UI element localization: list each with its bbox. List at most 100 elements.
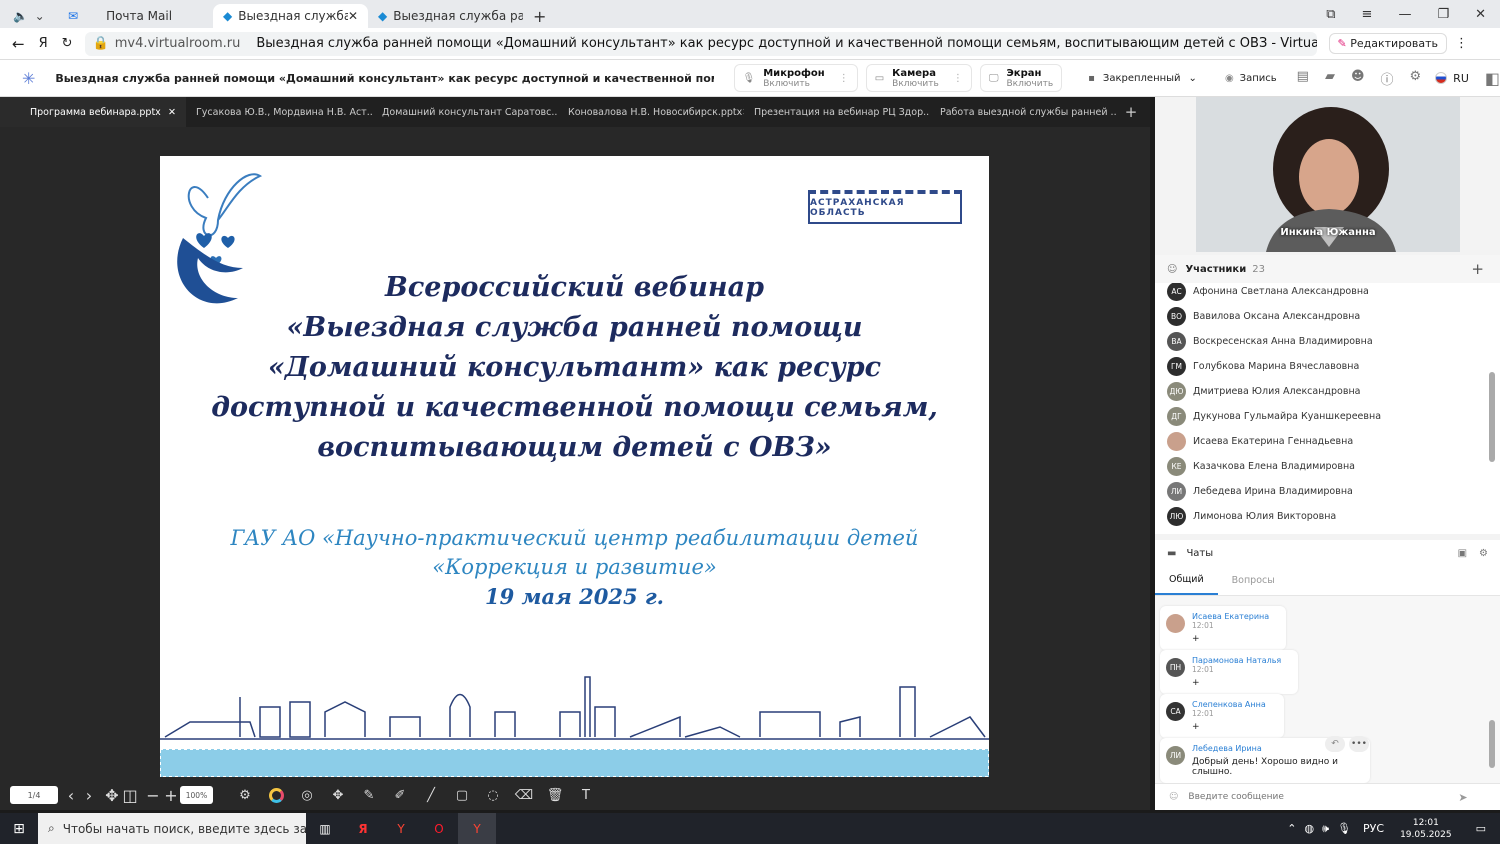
network-icon[interactable]: ◍ bbox=[1305, 822, 1315, 835]
close-icon[interactable]: ✕ bbox=[348, 9, 358, 23]
line-icon[interactable]: ╱ bbox=[419, 783, 443, 807]
clock[interactable]: 12:01 19.05.2025 bbox=[1400, 817, 1452, 841]
more-icon[interactable]: ⋮ bbox=[839, 73, 849, 84]
browser-tab-mail[interactable]: ✉ Почта Mail bbox=[58, 4, 213, 28]
chat-message: СА Слепенкова Анна 12:01 + bbox=[1160, 694, 1284, 738]
avatar: КЕ bbox=[1167, 457, 1186, 476]
folder-icon[interactable]: ▰ bbox=[1325, 69, 1335, 88]
reply-icon[interactable]: ↶ bbox=[1325, 736, 1345, 752]
zoom-field[interactable]: 100% bbox=[180, 786, 213, 804]
circle-icon[interactable]: ◌ bbox=[481, 783, 505, 807]
minimize-icon[interactable]: — bbox=[1398, 7, 1411, 22]
emoji-icon[interactable]: ☺ bbox=[1169, 792, 1178, 802]
more-icon[interactable]: ••• bbox=[1349, 736, 1369, 752]
participant-row[interactable]: Исаева Екатерина Геннадьевна bbox=[1155, 429, 1500, 454]
info-icon[interactable]: ⓘ bbox=[1381, 69, 1394, 88]
record-button[interactable]: ◉ Запись bbox=[1225, 73, 1277, 84]
yandex-browser-icon[interactable]: Я bbox=[344, 822, 382, 836]
participant-row[interactable]: ДЮ Дмитриева Юлия Александровна bbox=[1155, 379, 1500, 404]
back-icon[interactable]: ← bbox=[12, 35, 25, 53]
add-doc-button[interactable]: + bbox=[1116, 97, 1146, 127]
tab-general[interactable]: Общий bbox=[1155, 566, 1218, 595]
panel-icon[interactable]: ◧ bbox=[1485, 69, 1500, 88]
zoom-out-icon[interactable]: − bbox=[146, 786, 160, 805]
maximize-icon[interactable]: ❐ bbox=[1437, 7, 1449, 22]
address-bar: ← Я ↻ 🔒 mv4.virtualroom.ru Выездная служ… bbox=[0, 28, 1500, 60]
chevron-down-icon[interactable]: ⌄ bbox=[35, 9, 45, 23]
doc-tab[interactable]: Домашний консультант Саратовс...✕ bbox=[372, 97, 558, 127]
browser-tab-active[interactable]: ◆Выездная служба р✕ bbox=[213, 4, 368, 28]
layout-select[interactable]: ▪ Закрепленный ⌄ bbox=[1088, 73, 1197, 84]
send-icon[interactable]: ➤ bbox=[1458, 791, 1467, 804]
message-input[interactable] bbox=[1188, 792, 1459, 802]
screen-share-button[interactable]: 🖵 Экран Включить bbox=[979, 64, 1063, 92]
tabs-icon[interactable]: ⧉ bbox=[1326, 7, 1335, 22]
windows-start-icon[interactable]: ⊞ bbox=[0, 821, 38, 837]
rectangle-icon[interactable]: ▢ bbox=[450, 783, 474, 807]
gear-icon[interactable]: ⚙ bbox=[1410, 69, 1422, 88]
chevron-up-icon[interactable]: ⌃ bbox=[1287, 822, 1296, 835]
url-field[interactable]: 🔒 mv4.virtualroom.ru Выездная служба ран… bbox=[84, 31, 1317, 56]
marker-icon[interactable]: ✐ bbox=[388, 783, 412, 807]
gear-icon[interactable]: ⚙ bbox=[233, 783, 257, 807]
move-icon[interactable]: ✥ bbox=[326, 783, 350, 807]
participant-row[interactable]: ВО Вавилова Оксана Александровна bbox=[1155, 304, 1500, 329]
users-icon[interactable]: ☻ bbox=[1351, 69, 1365, 88]
volume-icon[interactable]: 🕪 bbox=[1322, 822, 1329, 836]
tab-controls[interactable]: 🔈 ⌄ bbox=[0, 4, 58, 28]
window-icon[interactable]: ▣ bbox=[1458, 548, 1467, 559]
gear-icon[interactable]: ⚙ bbox=[1479, 548, 1488, 559]
eraser-icon[interactable]: ⌫ bbox=[512, 783, 536, 807]
opera-icon[interactable]: O bbox=[420, 822, 458, 836]
participant-row[interactable]: ЛЮ Лимонова Юлия Викторовна bbox=[1155, 504, 1500, 529]
more-icon[interactable]: ⋮ bbox=[1455, 36, 1468, 51]
participant-row[interactable]: ЛИ Лебедева Ирина Владимировна bbox=[1155, 479, 1500, 504]
camera-button[interactable]: ▭ Камера Включить ⋮ bbox=[865, 64, 972, 92]
chevron-left-icon[interactable]: ‹ bbox=[64, 786, 78, 805]
yandex-icon[interactable]: Я bbox=[39, 36, 48, 51]
participants-scrollbar[interactable] bbox=[1489, 372, 1495, 462]
speaker-icon[interactable]: 🔈 bbox=[13, 9, 28, 23]
doc-tab[interactable]: Коновалова Н.В. Новосибирск.pptx✕ bbox=[558, 97, 744, 127]
yandex-active-icon[interactable]: Y bbox=[458, 813, 496, 844]
participant-row[interactable]: ГМ Голубкова Марина Вячеславовна bbox=[1155, 354, 1500, 379]
task-view-icon[interactable]: ▥ bbox=[306, 822, 344, 836]
close-icon[interactable]: ✕ bbox=[168, 107, 176, 118]
document-icon[interactable]: ▤ bbox=[1297, 69, 1309, 88]
new-tab-button[interactable]: + bbox=[523, 4, 553, 28]
text-tool-icon[interactable]: T bbox=[574, 783, 598, 807]
brush-icon[interactable]: ✎ bbox=[357, 783, 381, 807]
fit-icon[interactable]: ✥ bbox=[104, 786, 120, 805]
doc-tab[interactable]: Работа выездной службы ранней ...✕ bbox=[930, 97, 1116, 127]
reload-icon[interactable]: ↻ bbox=[62, 36, 73, 51]
language-select[interactable]: RU bbox=[1435, 72, 1469, 85]
menu-icon[interactable]: ≡ bbox=[1362, 7, 1373, 22]
page-field[interactable]: 1/4 bbox=[10, 786, 58, 804]
edit-button[interactable]: ✎ Редактировать bbox=[1328, 33, 1448, 54]
mic-tray-icon[interactable]: 🎙 bbox=[1337, 822, 1351, 835]
color-picker-icon[interactable] bbox=[264, 783, 288, 807]
browser-tab-second[interactable]: ◆Выездная служба ранней bbox=[368, 4, 523, 28]
participant-row[interactable]: КЕ Казачкова Елена Владимировна bbox=[1155, 454, 1500, 479]
participant-row[interactable]: ВА Воскресенская Анна Владимировна bbox=[1155, 329, 1500, 354]
tab-questions[interactable]: Вопросы bbox=[1218, 567, 1289, 594]
chat-scrollbar[interactable] bbox=[1489, 720, 1495, 768]
more-icon[interactable]: ⋮ bbox=[953, 73, 963, 84]
add-participant-button[interactable]: + bbox=[1471, 260, 1484, 278]
video-tile[interactable]: Инкина Южанна bbox=[1196, 97, 1460, 252]
yandex-icon[interactable]: Y bbox=[382, 822, 420, 836]
microphone-button[interactable]: 🎙 Микрофон Включить ⋮ bbox=[733, 64, 858, 92]
pointer-icon[interactable]: ◎ bbox=[295, 783, 319, 807]
notification-icon[interactable]: ▭ bbox=[1476, 822, 1486, 835]
split-icon[interactable]: ◫ bbox=[122, 786, 138, 805]
zoom-in-icon[interactable]: + bbox=[164, 786, 178, 805]
taskbar-search[interactable]: ⌕ Чтобы начать поиск, введите здесь запр… bbox=[38, 813, 306, 844]
participant-row[interactable]: ДГ Дукунова Гульмайра Куаншкереевна bbox=[1155, 404, 1500, 429]
trash-icon[interactable]: 🗑 bbox=[543, 783, 567, 807]
doc-tab[interactable]: Презентация на вебинар РЦ Здор...✕ bbox=[744, 97, 930, 127]
chevron-down-icon: ⌄ bbox=[1188, 72, 1197, 84]
doc-tab[interactable]: Гусакова Ю.В., Мордвина Н.В. Аст...✕ bbox=[186, 97, 372, 127]
doc-tab[interactable]: Программа вебинара.pptx ✕ bbox=[0, 97, 186, 127]
close-window-icon[interactable]: ✕ bbox=[1475, 7, 1486, 22]
chevron-right-icon[interactable]: › bbox=[82, 786, 96, 805]
